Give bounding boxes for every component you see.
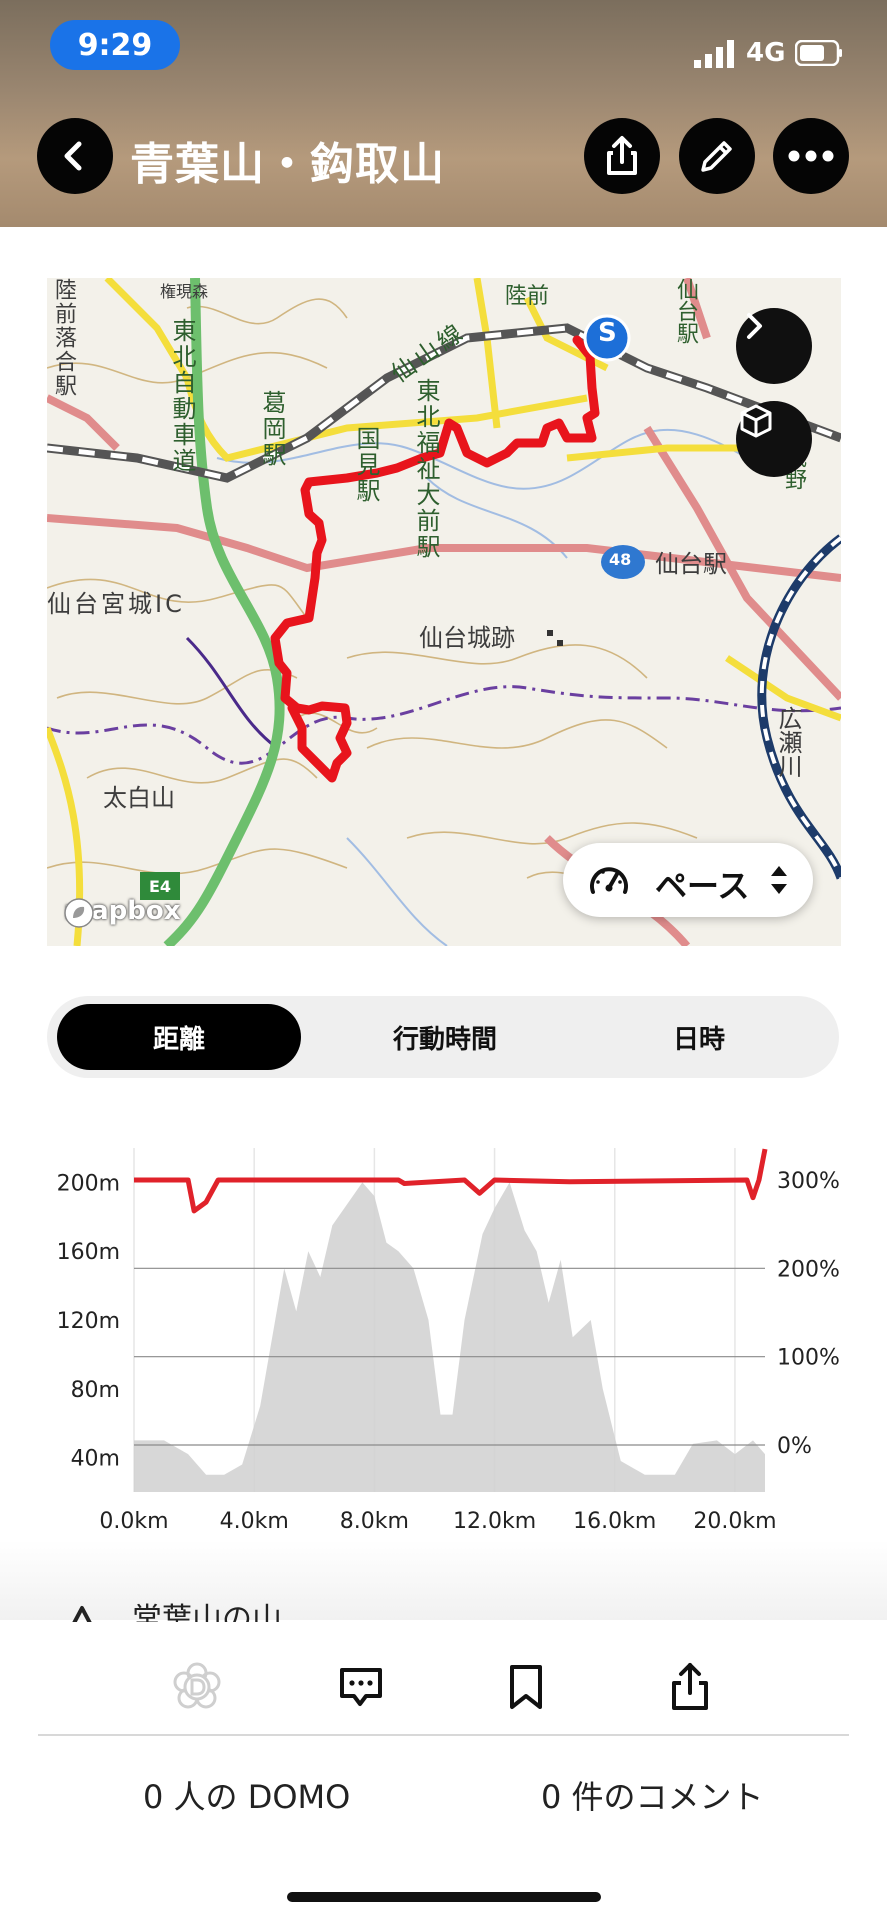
mapbox-logo: mapbox (62, 896, 181, 928)
route-48-label: 48 (609, 550, 632, 569)
x-tick-2: 8.0km (340, 1509, 409, 1534)
domo-button[interactable] (162, 1652, 232, 1722)
boundary-line (47, 685, 841, 765)
tab-datetime[interactable]: 日時 (587, 1004, 811, 1070)
domo-count[interactable]: 0 人の DOMO (143, 1772, 350, 1818)
x-tick-0: 0.0km (99, 1509, 168, 1534)
mapbox-icon (64, 898, 94, 928)
home-indicator (287, 1892, 601, 1902)
map-label-castle: 仙台城跡 (419, 624, 515, 652)
pace-line (134, 1148, 768, 1214)
chevron-right-icon (747, 313, 762, 339)
y-right-tick-0: 300% (777, 1169, 840, 1194)
bottom-action-bar: 0 人の DOMO 0 件のコメント (0, 1622, 887, 1920)
y-left-tick-1: 160m (57, 1240, 120, 1265)
share-icon (672, 1663, 708, 1710)
header: 9:29 4G 青葉山・鈎取山 (0, 0, 887, 227)
more-dots-icon (788, 150, 834, 162)
speedometer-icon (590, 867, 628, 894)
pace-toggle-button[interactable]: ペース (563, 843, 813, 917)
battery-icon (795, 40, 842, 66)
share-icon (607, 136, 637, 175)
map-label-taihaku: 太白山 (103, 784, 175, 812)
back-button[interactable] (37, 118, 113, 194)
divider (38, 1734, 849, 1736)
elevation-pace-chart[interactable]: 200m 160m 120m 80m 40m 300% 200% 100% 0% 0.0km 4.0… (40, 1140, 850, 1540)
start-marker[interactable]: S (598, 318, 617, 348)
map-label-kuzuoka: 葛岡駅 (258, 390, 286, 468)
map-label-expressway: 東北自動車道 (168, 318, 196, 474)
tab-distance[interactable]: 距離 (57, 1004, 301, 1070)
next-section-title: 常葉山の山 (132, 1602, 282, 1622)
bookmark-button[interactable] (491, 1652, 561, 1722)
comment-count[interactable]: 0 件のコメント (541, 1772, 764, 1818)
y-right-tick-1: 200% (777, 1257, 840, 1282)
y-left-tick-3: 80m (71, 1378, 120, 1403)
x-axis-mode-tabs: 距離 行動時間 日時 (47, 996, 839, 1078)
y-left-tick-0: 200m (57, 1171, 120, 1196)
map-label-rikuzen-ochiai: 陸前落合駅 (51, 278, 76, 398)
map-label-tohoku-fukushi: 東北福祉大前駅 (412, 378, 440, 560)
map-label-hirose-river: 広瀬川 (774, 706, 802, 778)
signal-icon (694, 40, 734, 68)
route-map[interactable]: S 48 陸前落合駅 権現森 東北自動車道 葛岡駅 国見駅 東北福祉大前駅 仙山… (47, 278, 841, 946)
map-label-ic: 仙台宮城IC (47, 590, 185, 618)
y-right-tick-2: 100% (777, 1346, 840, 1371)
bookmark-icon (510, 1665, 542, 1709)
x-tick-3: 12.0km (453, 1509, 536, 1534)
x-tick-1: 4.0km (220, 1509, 289, 1534)
tab-moving-time[interactable]: 行動時間 (337, 1004, 553, 1070)
more-button[interactable] (773, 118, 849, 194)
comment-button[interactable] (326, 1652, 396, 1722)
page-title: 青葉山・鈎取山 (130, 139, 445, 190)
status-bar: 9:29 4G (0, 0, 887, 92)
map-label-sendai-station: 仙台駅 (655, 550, 727, 578)
edit-button[interactable] (679, 118, 755, 194)
cube-icon (740, 404, 772, 438)
map-next-button[interactable] (736, 308, 812, 384)
network-type: 4G (746, 38, 786, 68)
map-label-rail-top: 陸前 (505, 284, 550, 309)
domo-flower-icon (173, 1662, 221, 1709)
map-label-top-station: 仙台駅 (673, 278, 698, 344)
mountain-icon (72, 1606, 92, 1622)
x-tick-5: 20.0km (693, 1509, 776, 1534)
share-action-button[interactable] (655, 1652, 725, 1722)
y-left-tick-4: 40m (71, 1447, 120, 1472)
share-button[interactable] (584, 118, 660, 194)
pace-label: ペース (655, 867, 750, 905)
map-label-top-left: 権現森 (160, 282, 209, 301)
map-3d-button[interactable] (736, 401, 812, 477)
chevron-left-icon (64, 141, 82, 171)
y-right-tick-3: 0% (777, 1434, 812, 1459)
status-time: 9:29 (50, 20, 180, 70)
pencil-icon (701, 141, 732, 172)
y-left-tick-2: 120m (57, 1309, 120, 1334)
map-label-kunimi: 国見駅 (352, 426, 380, 504)
comment-icon (340, 1668, 382, 1706)
next-section-peek: 常葉山の山 (60, 1600, 460, 1622)
sort-updown-icon (771, 866, 787, 894)
x-tick-4: 16.0km (573, 1509, 656, 1534)
